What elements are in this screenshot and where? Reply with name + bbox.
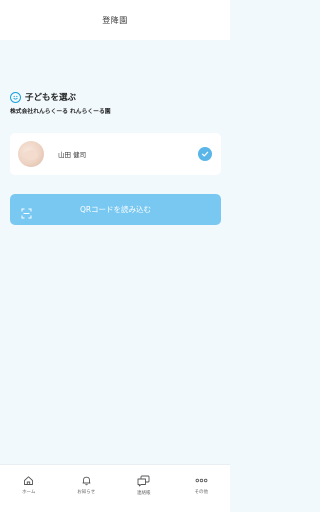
child-item[interactable]: 山田 健司 [10,133,221,175]
qr-scan-icon [21,204,32,223]
app-header: 登降園 [0,0,230,40]
home-icon [23,475,34,486]
tab-contact-book-label: 連絡帳 [137,491,151,496]
qr-scan-button[interactable]: QRコードを読み込む [10,194,221,225]
page-title: 登降園 [102,15,128,25]
tab-contact-book[interactable]: 連絡帳 [115,465,173,512]
tab-notifications-label: お知らせ [77,490,96,495]
more-icon [195,475,208,486]
tab-home[interactable]: ホーム [0,465,58,512]
smile-icon [10,91,21,103]
tab-notifications[interactable]: お知らせ [58,465,116,512]
child-name: 山田 健司 [58,151,87,159]
qr-scan-label: QRコードを読み込む [79,205,152,214]
bell-icon [81,475,92,486]
chat-icon [137,475,150,487]
select-child-heading: 子どもを選ぶ [10,91,76,103]
organization-name: 株式会社れんらくーる れんらくーる園 [10,109,111,115]
bottom-tab-bar: ホーム お知らせ 連絡帳 その他 [0,464,230,512]
tab-home-label: ホーム [22,490,36,495]
check-circle-icon[interactable] [198,147,212,161]
tab-more-label: その他 [194,490,209,495]
tab-more[interactable]: その他 [173,465,231,512]
avatar [18,141,44,167]
section-title: 子どもを選ぶ [25,93,77,103]
